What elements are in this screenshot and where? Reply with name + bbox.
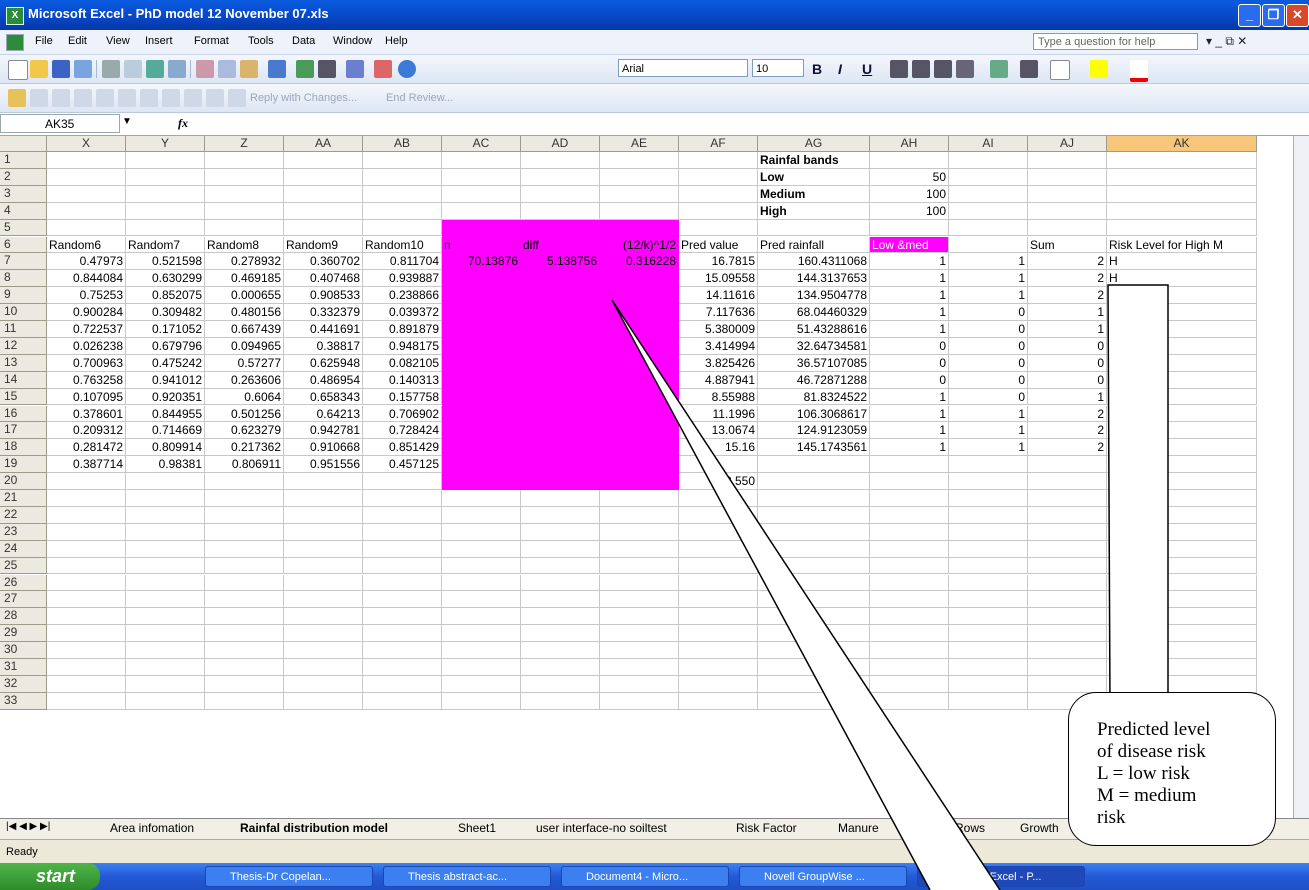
callout-line: risk (1097, 807, 1126, 828)
callout-pointer-to-ae (611, 299, 1001, 890)
callout-line: of disease risk (1097, 741, 1206, 762)
callout-line: M = medium (1097, 785, 1197, 806)
callout-line: Predicted level (1097, 719, 1211, 740)
annotation-callout: Predicted level of disease risk L = low … (1068, 692, 1276, 846)
callout-pointer-to-ak (1107, 284, 1169, 706)
callout-line: L = low risk (1097, 763, 1190, 784)
